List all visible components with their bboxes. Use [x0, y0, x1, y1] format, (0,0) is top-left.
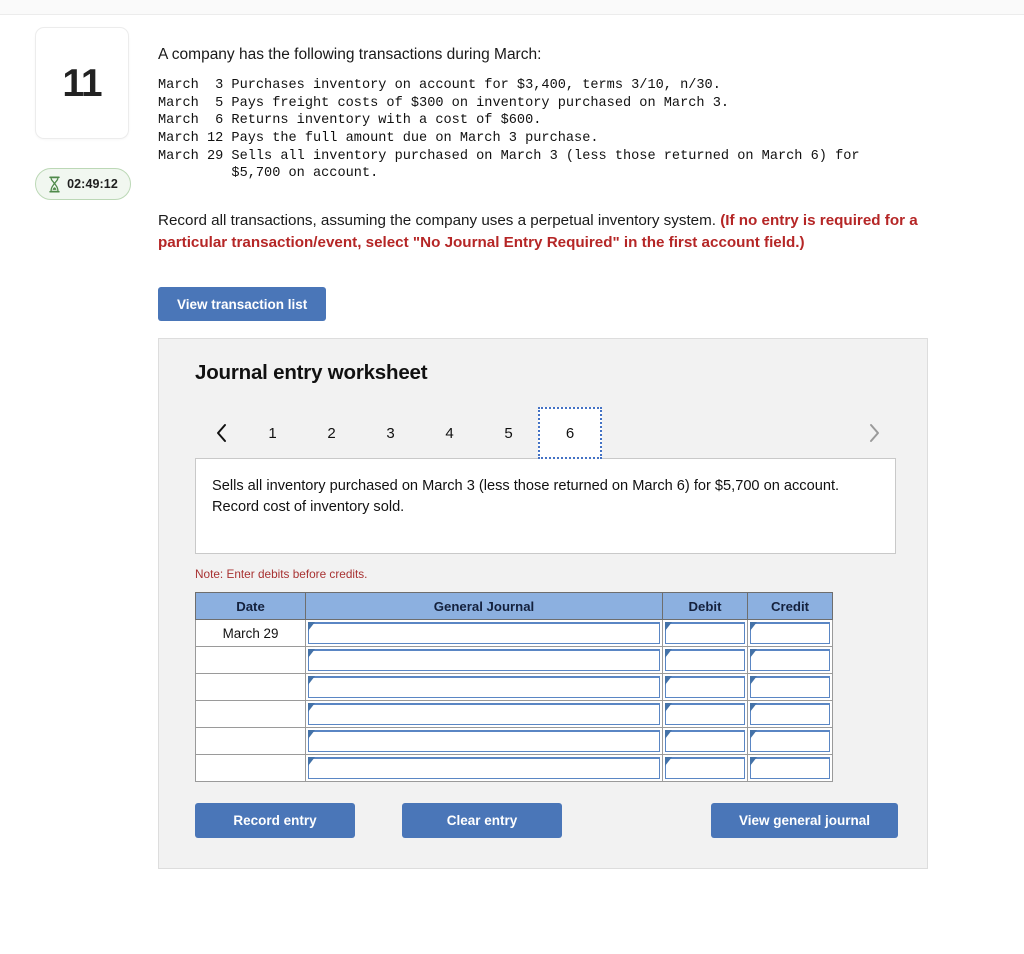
dropdown-marker-icon: [750, 703, 757, 713]
dropdown-marker-icon: [665, 757, 672, 767]
chevron-left-icon: [215, 423, 228, 443]
dropdown-marker-icon: [665, 676, 672, 686]
table-header-row: Date General Journal Debit Credit: [195, 592, 833, 621]
pager-next-button[interactable]: [852, 407, 896, 459]
question-number-card: 11: [35, 27, 129, 139]
credit-input[interactable]: [747, 646, 833, 675]
dropdown-marker-icon: [750, 676, 757, 686]
credit-input[interactable]: [747, 673, 833, 702]
date-cell[interactable]: March 29: [195, 619, 306, 648]
dropdown-marker-icon: [750, 757, 757, 767]
dropdown-marker-icon: [308, 676, 315, 686]
page-root: 11 02:49:12 A company has the following …: [0, 0, 1024, 954]
general-journal-input[interactable]: [305, 700, 663, 729]
transaction-description-text: Sells all inventory purchased on March 3…: [212, 478, 840, 516]
record-entry-button[interactable]: Record entry: [195, 803, 355, 839]
table-row: [195, 754, 833, 783]
journal-entry-table: Date General Journal Debit Credit March …: [195, 592, 833, 783]
general-journal-input[interactable]: [305, 619, 663, 648]
table-row: [195, 646, 833, 675]
date-cell[interactable]: [195, 646, 306, 675]
dropdown-marker-icon: [308, 757, 315, 767]
pager-page-list: 1 2 3 4 5 6: [243, 407, 602, 460]
pager-page-1[interactable]: 1: [243, 407, 302, 459]
debit-input[interactable]: [662, 754, 748, 783]
credit-input[interactable]: [747, 700, 833, 729]
date-cell[interactable]: [195, 700, 306, 729]
clear-entry-button[interactable]: Clear entry: [402, 803, 562, 839]
pager-page-2[interactable]: 2: [302, 407, 361, 459]
instruction-text: Record all transactions, assuming the co…: [158, 210, 973, 253]
table-row: March 29: [195, 619, 833, 648]
dropdown-marker-icon: [750, 649, 757, 659]
pager-page-3[interactable]: 3: [361, 407, 420, 459]
date-cell[interactable]: [195, 673, 306, 702]
general-journal-input[interactable]: [305, 646, 663, 675]
pager-spacer: [602, 407, 852, 459]
column-header-credit: Credit: [747, 592, 833, 621]
pager-page-6[interactable]: 6: [538, 407, 602, 460]
dropdown-marker-icon: [750, 622, 757, 632]
credit-input[interactable]: [747, 619, 833, 648]
question-body: A company has the following transactions…: [158, 45, 988, 870]
chevron-right-icon: [868, 423, 881, 443]
table-row: [195, 727, 833, 756]
general-journal-input[interactable]: [305, 754, 663, 783]
debit-input[interactable]: [662, 619, 748, 648]
instruction-plain: Record all transactions, assuming the co…: [158, 211, 721, 229]
column-header-date: Date: [195, 592, 306, 621]
question-number: 11: [62, 61, 102, 105]
debits-before-credits-note: Note: Enter debits before credits.: [195, 567, 368, 582]
dropdown-marker-icon: [308, 703, 315, 713]
dropdown-marker-icon: [308, 649, 315, 659]
transaction-list-text: March 3 Purchases inventory on account f…: [158, 77, 860, 182]
credit-input[interactable]: [747, 727, 833, 756]
pager-prev-button[interactable]: [199, 407, 243, 459]
date-cell[interactable]: [195, 727, 306, 756]
dropdown-marker-icon: [308, 622, 315, 632]
debit-input[interactable]: [662, 646, 748, 675]
dropdown-marker-icon: [750, 730, 757, 740]
intro-text: A company has the following transactions…: [158, 46, 542, 63]
dropdown-marker-icon: [665, 622, 672, 632]
column-header-general-journal: General Journal: [305, 592, 663, 621]
debit-input[interactable]: [662, 727, 748, 756]
journal-entry-worksheet-panel: Journal entry worksheet 1 2 3 4 5 6 Sell…: [158, 338, 928, 870]
dropdown-marker-icon: [665, 703, 672, 713]
timer-value: 02:49:12: [67, 177, 118, 191]
column-header-debit: Debit: [662, 592, 748, 621]
table-row: [195, 673, 833, 702]
general-journal-input[interactable]: [305, 727, 663, 756]
question-rail: 11 02:49:12: [35, 27, 131, 200]
general-journal-input[interactable]: [305, 673, 663, 702]
worksheet-actions: Record entry Clear entry View general jo…: [195, 803, 898, 839]
pager-page-4[interactable]: 4: [420, 407, 479, 459]
transaction-description-box: Sells all inventory purchased on March 3…: [195, 458, 896, 555]
pager-page-5[interactable]: 5: [479, 407, 538, 459]
dropdown-marker-icon: [665, 730, 672, 740]
view-general-journal-button[interactable]: View general journal: [711, 803, 898, 839]
browser-top-bar: [0, 0, 1024, 15]
dropdown-marker-icon: [665, 649, 672, 659]
timer-badge: 02:49:12: [35, 168, 131, 200]
view-transaction-list-button[interactable]: View transaction list: [158, 287, 327, 322]
credit-input[interactable]: [747, 754, 833, 783]
table-row: [195, 700, 833, 729]
date-cell[interactable]: [195, 754, 306, 783]
debit-input[interactable]: [662, 700, 748, 729]
hourglass-icon: [48, 175, 61, 193]
debit-input[interactable]: [662, 673, 748, 702]
worksheet-title: Journal entry worksheet: [195, 361, 428, 385]
worksheet-pager: 1 2 3 4 5 6: [195, 407, 896, 460]
dropdown-marker-icon: [308, 730, 315, 740]
